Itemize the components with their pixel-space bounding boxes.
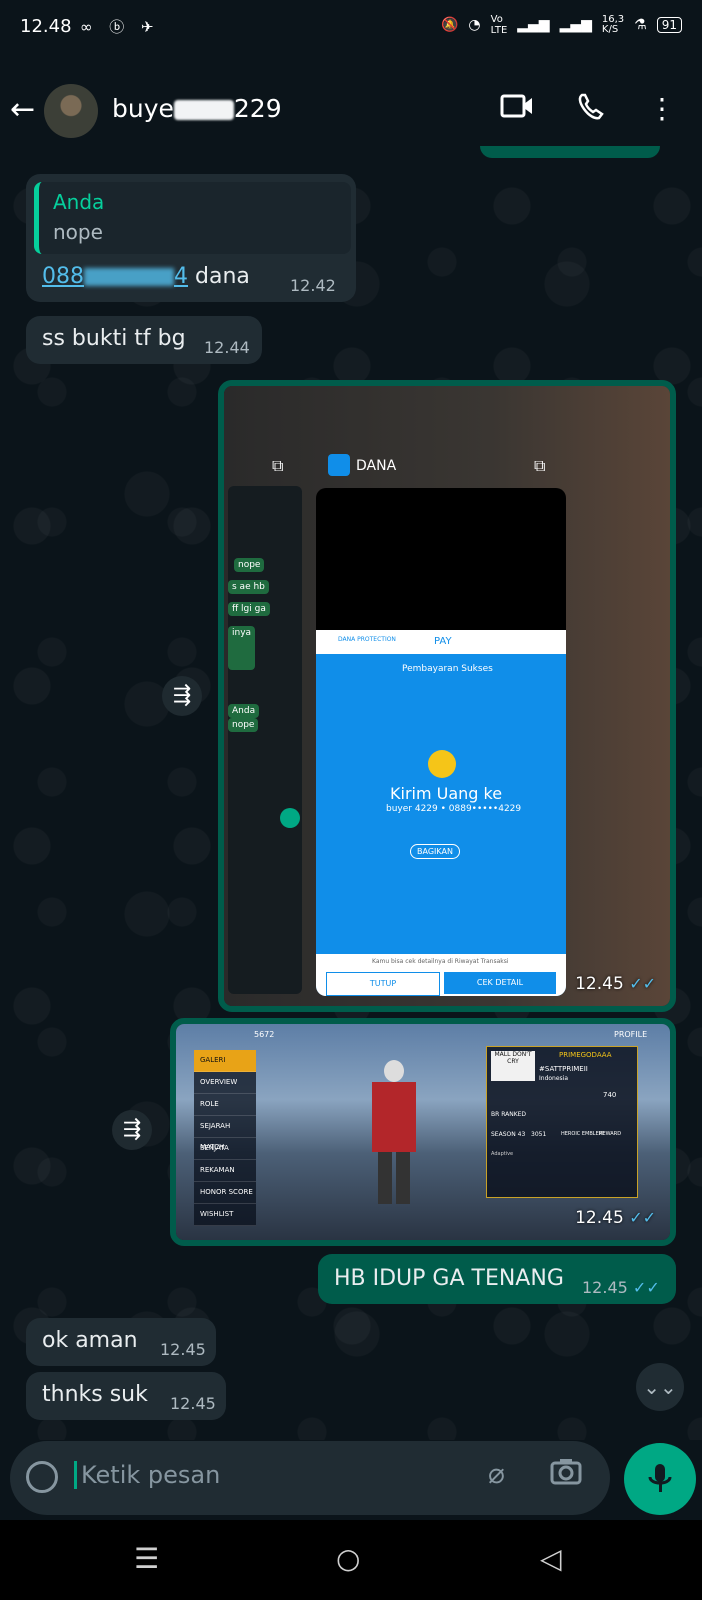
camera-icon[interactable] xyxy=(550,1457,582,1492)
message-text: ss bukti tf bg xyxy=(42,326,186,351)
chat-header: ← buye 229 ⋮ xyxy=(0,56,702,158)
video-call-icon[interactable] xyxy=(500,92,534,127)
forward-icon[interactable]: ⇶ xyxy=(162,676,202,716)
dana-app-label: DANA xyxy=(356,458,397,474)
quoted-message[interactable]: Anda nope xyxy=(34,182,351,254)
read-ticks-icon: ✓✓ xyxy=(629,1208,656,1227)
message-time: 12.42 xyxy=(290,276,336,295)
quote-author: Anda xyxy=(53,190,105,214)
image-message-dana[interactable]: ⧉ ⧉ DANA nope s ae hb ff lgi ga inya And… xyxy=(218,380,676,1012)
phone-link[interactable]: 088 4 xyxy=(42,264,188,289)
message-incoming-reply[interactable]: Anda nope 088 4 dana 12.42 xyxy=(26,174,356,302)
back-arrow-icon[interactable]: ← xyxy=(10,92,35,127)
message-text: 088 4 dana xyxy=(42,264,250,289)
volte-icon: Vo LTE xyxy=(490,14,508,36)
quote-text: nope xyxy=(53,220,103,244)
emoji-icon[interactable] xyxy=(26,1461,58,1493)
signal2-icon: ▂▄▆ xyxy=(559,17,592,33)
dana-receipt: DANA PROTECTION PAY Pembayaran Sukses Ki… xyxy=(316,488,566,996)
message-time: 12.45 xyxy=(160,1340,206,1359)
message-incoming[interactable]: ok aman 12.45 xyxy=(26,1318,216,1366)
message-incoming[interactable]: ss bukti tf bg 12.44 xyxy=(26,316,262,364)
game-profile-card: MALL DON'T CRY PRIMEGODAAA #SATTPRIMEII … xyxy=(486,1046,638,1198)
previous-message-edge xyxy=(480,146,660,158)
battery-indicator: 91 xyxy=(656,17,682,33)
read-ticks-icon: ✓✓ xyxy=(632,1278,660,1297)
message-time: 12.45 ✓✓ xyxy=(575,1208,656,1228)
image-message-game[interactable]: 5672 PROFILE GALERI OVERVIEW ROLE SEJARA… xyxy=(170,1018,676,1246)
message-time: 12.45 ✓✓ xyxy=(575,974,656,994)
message-text: thnks suk xyxy=(42,1382,148,1407)
forward-icon[interactable]: ⇶ xyxy=(112,1110,152,1150)
message-input[interactable]: Ketik pesan xyxy=(74,1461,220,1489)
dana-app-icon xyxy=(328,454,350,476)
home-icon[interactable]: ○ xyxy=(336,1542,360,1575)
voice-record-button[interactable] xyxy=(624,1443,696,1515)
scroll-to-bottom-button[interactable]: ⌄⌄ xyxy=(636,1363,684,1411)
mini-whatsapp-preview: nope s ae hb ff lgi ga inya Anda nope xyxy=(228,486,302,994)
message-text: ok aman xyxy=(42,1328,138,1353)
status-time: 12.48 xyxy=(20,16,72,37)
contact-avatar[interactable] xyxy=(44,84,98,138)
game-character xyxy=(366,1060,422,1210)
message-outgoing[interactable]: HB IDUP GA TENANG 12.45 ✓✓ xyxy=(318,1254,676,1304)
recent-apps-icon[interactable]: ☰ xyxy=(134,1542,159,1575)
message-time: 12.44 xyxy=(204,338,250,357)
message-incoming[interactable]: thnks suk 12.45 xyxy=(26,1372,226,1420)
voice-call-icon[interactable] xyxy=(576,92,606,129)
notification-icons: ∞ ⓑ ✈ xyxy=(80,18,160,36)
message-time: 12.45 ✓✓ xyxy=(582,1278,660,1297)
redaction xyxy=(173,100,234,120)
network-speed: 16,3 K/S xyxy=(601,14,625,35)
contact-name[interactable]: buye 229 xyxy=(112,94,282,123)
game-side-menu: GALERI OVERVIEW ROLE SEJARAH MATCH SENJA… xyxy=(194,1050,256,1234)
split-screen-icon: ⧉ xyxy=(272,456,284,475)
read-ticks-icon: ✓✓ xyxy=(629,974,656,993)
flask-icon: ⚗ xyxy=(634,17,647,33)
signal-icon: ▂▄▆ xyxy=(517,17,550,33)
message-composer: Ketik pesan ⌀ xyxy=(10,1441,610,1515)
mute-icon: 🔕 xyxy=(440,17,459,33)
status-bar: 12.48 ∞ ⓑ ✈ 🔕 ◔ Vo LTE ▂▄▆ ▂▄▆ 16,3 K/S ⚗… xyxy=(0,0,702,56)
message-text: HB IDUP GA TENANG xyxy=(334,1266,564,1291)
attach-icon[interactable]: ⌀ xyxy=(488,1457,505,1490)
message-time: 12.45 xyxy=(170,1394,216,1413)
back-icon[interactable]: ◁ xyxy=(540,1542,562,1575)
system-nav-bar: ☰ ○ ◁ xyxy=(0,1520,702,1600)
split-screen-icon: ⧉ xyxy=(534,456,546,475)
more-options-icon[interactable]: ⋮ xyxy=(648,92,676,125)
wifi-icon: ◔ xyxy=(468,17,481,33)
